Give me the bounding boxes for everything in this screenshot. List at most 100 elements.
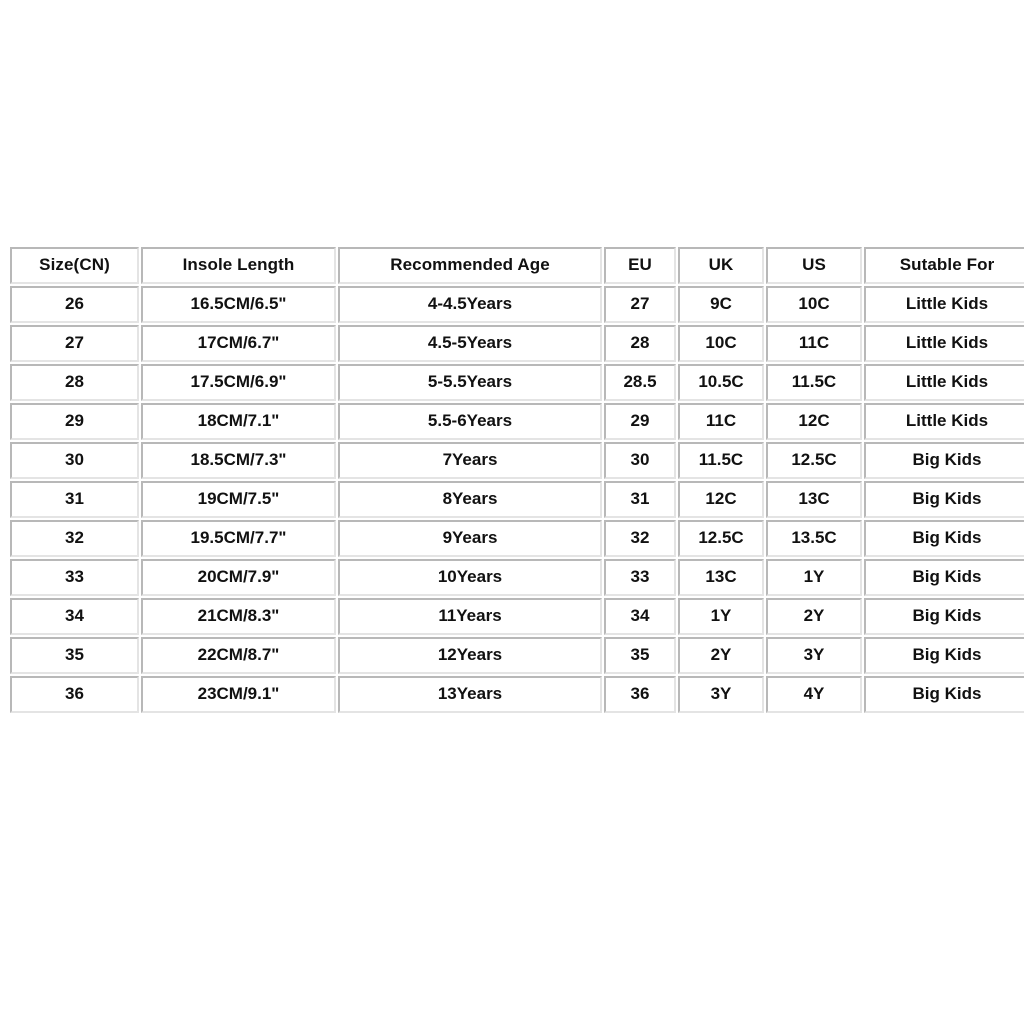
- cell-recommended-age: 5.5-6Years: [338, 403, 602, 440]
- cell-size-cn: 30: [10, 442, 139, 479]
- column-header-us: US: [766, 247, 862, 284]
- table-row: 31 19CM/7.5" 8Years 31 12C 13C Big Kids: [10, 481, 1024, 518]
- cell-eu: 31: [604, 481, 676, 518]
- cell-eu: 30: [604, 442, 676, 479]
- cell-insole-length: 17.5CM/6.9": [141, 364, 336, 401]
- cell-size-cn: 31: [10, 481, 139, 518]
- cell-uk: 9C: [678, 286, 764, 323]
- cell-uk: 2Y: [678, 637, 764, 674]
- cell-insole-length: 20CM/7.9": [141, 559, 336, 596]
- cell-suitable-for: Big Kids: [864, 637, 1024, 674]
- cell-us: 12.5C: [766, 442, 862, 479]
- cell-recommended-age: 4.5-5Years: [338, 325, 602, 362]
- table-header: Size(CN) Insole Length Recommended Age EU UK…: [10, 247, 1024, 284]
- table-row: 34 21CM/8.3" 11Years 34 1Y 2Y Big Kids: [10, 598, 1024, 635]
- cell-recommended-age: 5-5.5Years: [338, 364, 602, 401]
- cell-suitable-for: Little Kids: [864, 403, 1024, 440]
- column-header-eu: EU: [604, 247, 676, 284]
- cell-us: 12C: [766, 403, 862, 440]
- cell-insole-length: 19CM/7.5": [141, 481, 336, 518]
- cell-us: 13C: [766, 481, 862, 518]
- cell-recommended-age: 11Years: [338, 598, 602, 635]
- table-row: 28 17.5CM/6.9" 5-5.5Years 28.5 10.5C 11.5C Lit…: [10, 364, 1024, 401]
- cell-eu: 32: [604, 520, 676, 557]
- cell-eu: 36: [604, 676, 676, 713]
- column-header-insole-length: Insole Length: [141, 247, 336, 284]
- cell-size-cn: 28: [10, 364, 139, 401]
- cell-us: 2Y: [766, 598, 862, 635]
- cell-us: 3Y: [766, 637, 862, 674]
- kids-shoe-size-chart-table: Size(CN) Insole Length Recommended Age EU UK…: [8, 245, 1024, 715]
- table-row: 26 16.5CM/6.5" 4-4.5Years 27 9C 10C Little Kid…: [10, 286, 1024, 323]
- size-chart-container: Size(CN) Insole Length Recommended Age EU UK…: [8, 245, 1024, 715]
- cell-insole-length: 22CM/8.7": [141, 637, 336, 674]
- table-row: 29 18CM/7.1" 5.5-6Years 29 11C 12C Little Kids: [10, 403, 1024, 440]
- cell-suitable-for: Big Kids: [864, 676, 1024, 713]
- cell-uk: 3Y: [678, 676, 764, 713]
- cell-us: 1Y: [766, 559, 862, 596]
- cell-eu: 28.5: [604, 364, 676, 401]
- cell-size-cn: 29: [10, 403, 139, 440]
- cell-insole-length: 18.5CM/7.3": [141, 442, 336, 479]
- cell-insole-length: 21CM/8.3": [141, 598, 336, 635]
- cell-size-cn: 27: [10, 325, 139, 362]
- cell-recommended-age: 4-4.5Years: [338, 286, 602, 323]
- cell-recommended-age: 7Years: [338, 442, 602, 479]
- table-row: 33 20CM/7.9" 10Years 33 13C 1Y Big Kids: [10, 559, 1024, 596]
- cell-uk: 10C: [678, 325, 764, 362]
- cell-recommended-age: 9Years: [338, 520, 602, 557]
- cell-uk: 10.5C: [678, 364, 764, 401]
- cell-suitable-for: Little Kids: [864, 286, 1024, 323]
- column-header-uk: UK: [678, 247, 764, 284]
- table-header-row: Size(CN) Insole Length Recommended Age EU UK…: [10, 247, 1024, 284]
- cell-uk: 11C: [678, 403, 764, 440]
- column-header-size-cn: Size(CN): [10, 247, 139, 284]
- cell-suitable-for: Little Kids: [864, 325, 1024, 362]
- table-row: 35 22CM/8.7" 12Years 35 2Y 3Y Big Kids: [10, 637, 1024, 674]
- cell-size-cn: 32: [10, 520, 139, 557]
- cell-us: 11C: [766, 325, 862, 362]
- cell-insole-length: 17CM/6.7": [141, 325, 336, 362]
- cell-size-cn: 34: [10, 598, 139, 635]
- cell-suitable-for: Little Kids: [864, 364, 1024, 401]
- cell-size-cn: 33: [10, 559, 139, 596]
- cell-insole-length: 23CM/9.1": [141, 676, 336, 713]
- table-row: 36 23CM/9.1" 13Years 36 3Y 4Y Big Kids: [10, 676, 1024, 713]
- column-header-suitable-for: Sutable For: [864, 247, 1024, 284]
- cell-us: 13.5C: [766, 520, 862, 557]
- cell-uk: 13C: [678, 559, 764, 596]
- cell-insole-length: 16.5CM/6.5": [141, 286, 336, 323]
- cell-uk: 12.5C: [678, 520, 764, 557]
- cell-us: 11.5C: [766, 364, 862, 401]
- cell-eu: 35: [604, 637, 676, 674]
- table-row: 32 19.5CM/7.7" 9Years 32 12.5C 13.5C Big Kids: [10, 520, 1024, 557]
- cell-recommended-age: 10Years: [338, 559, 602, 596]
- cell-suitable-for: Big Kids: [864, 481, 1024, 518]
- cell-uk: 12C: [678, 481, 764, 518]
- cell-eu: 34: [604, 598, 676, 635]
- cell-recommended-age: 12Years: [338, 637, 602, 674]
- cell-size-cn: 35: [10, 637, 139, 674]
- table-row: 27 17CM/6.7" 4.5-5Years 28 10C 11C Little Kids: [10, 325, 1024, 362]
- cell-uk: 11.5C: [678, 442, 764, 479]
- cell-eu: 28: [604, 325, 676, 362]
- cell-uk: 1Y: [678, 598, 764, 635]
- table-body: 26 16.5CM/6.5" 4-4.5Years 27 9C 10C Little Kid…: [10, 286, 1024, 713]
- cell-us: 10C: [766, 286, 862, 323]
- cell-recommended-age: 13Years: [338, 676, 602, 713]
- cell-size-cn: 26: [10, 286, 139, 323]
- cell-insole-length: 18CM/7.1": [141, 403, 336, 440]
- cell-suitable-for: Big Kids: [864, 520, 1024, 557]
- cell-eu: 29: [604, 403, 676, 440]
- column-header-recommended-age: Recommended Age: [338, 247, 602, 284]
- cell-eu: 27: [604, 286, 676, 323]
- cell-us: 4Y: [766, 676, 862, 713]
- cell-suitable-for: Big Kids: [864, 559, 1024, 596]
- cell-suitable-for: Big Kids: [864, 598, 1024, 635]
- cell-insole-length: 19.5CM/7.7": [141, 520, 336, 557]
- cell-recommended-age: 8Years: [338, 481, 602, 518]
- cell-size-cn: 36: [10, 676, 139, 713]
- table-row: 30 18.5CM/7.3" 7Years 30 11.5C 12.5C Big Kids: [10, 442, 1024, 479]
- cell-eu: 33: [604, 559, 676, 596]
- cell-suitable-for: Big Kids: [864, 442, 1024, 479]
